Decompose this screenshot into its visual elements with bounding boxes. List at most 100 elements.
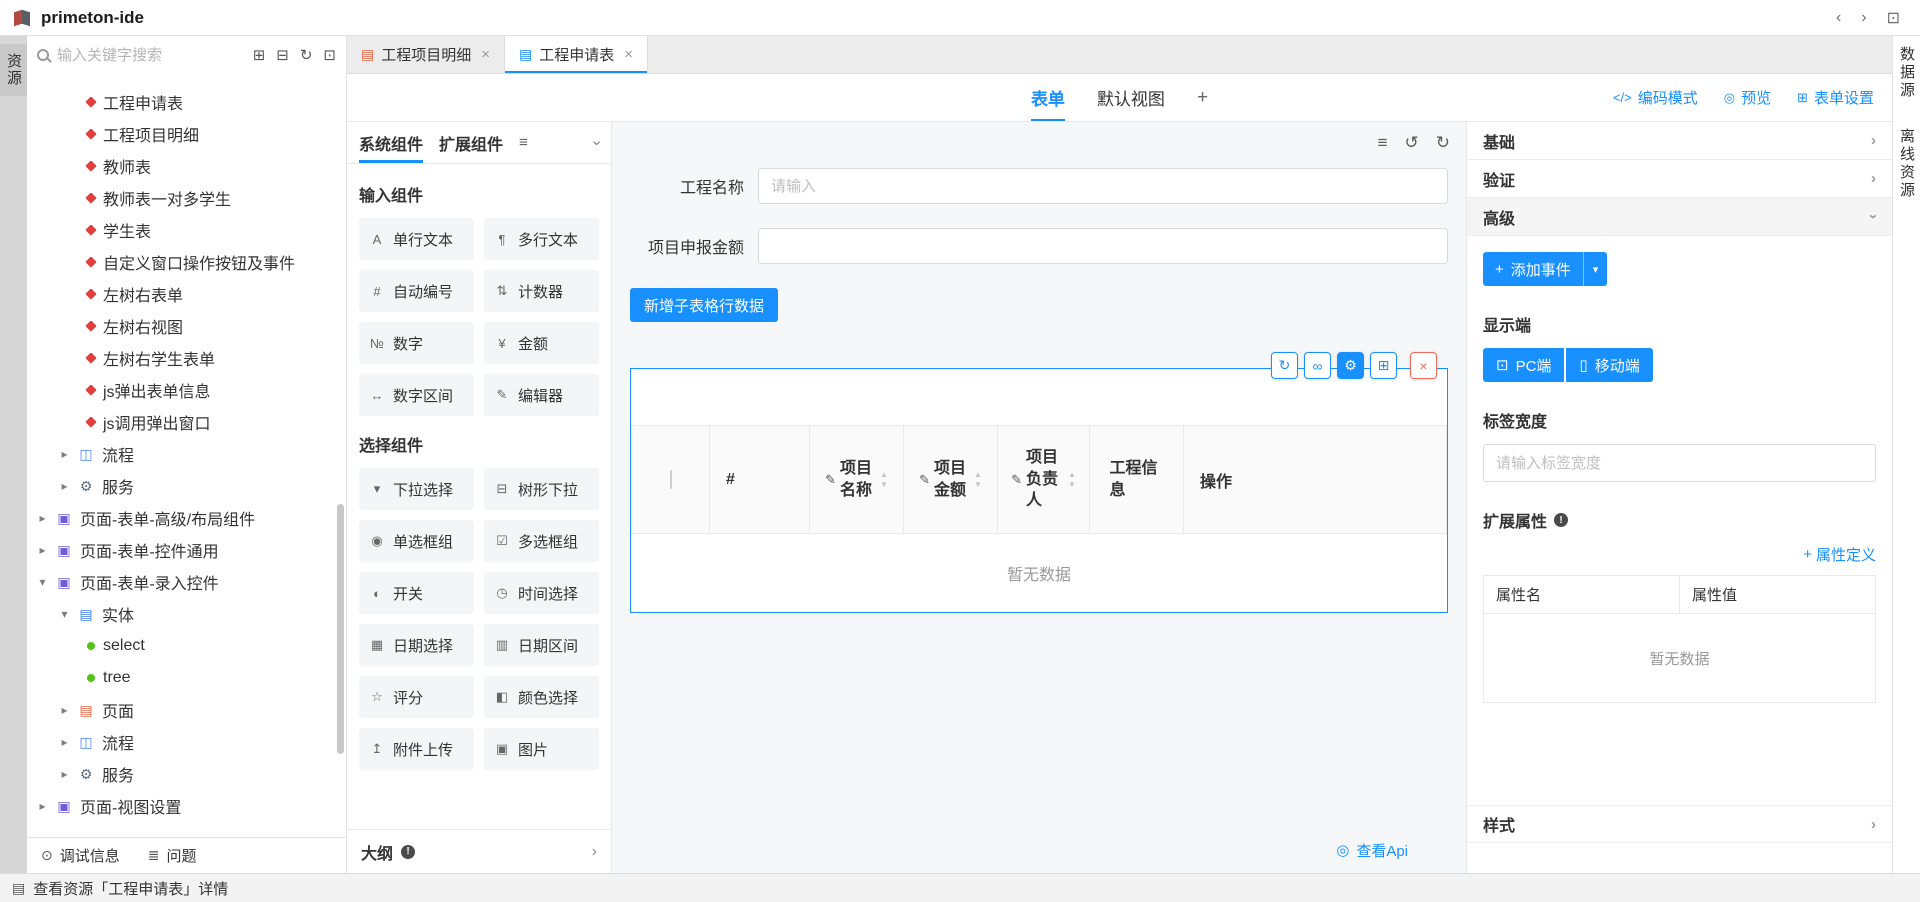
component-item[interactable]: A单行文本 <box>359 218 474 260</box>
add-view-button[interactable]: + <box>1197 87 1208 109</box>
debug-info-button[interactable]: ⊙调试信息 <box>41 845 120 866</box>
pc-target-button[interactable]: ⊡PC端 <box>1483 348 1564 382</box>
form-settings-button[interactable]: ⊞表单设置 <box>1797 87 1874 108</box>
tab-extended-components[interactable]: 扩展组件 <box>439 122 503 163</box>
sort-down-icon[interactable]: ▼ <box>974 481 982 489</box>
component-item[interactable]: ↥附件上传 <box>359 728 474 770</box>
component-item[interactable]: №数字 <box>359 322 474 364</box>
collapse-panel-icon[interactable]: › <box>587 140 605 145</box>
component-item[interactable]: ⇅计数器 <box>484 270 599 312</box>
chevron-right-icon[interactable]: ▸ <box>59 767 70 781</box>
component-item[interactable]: ◷时间选择 <box>484 572 599 614</box>
chevron-right-icon[interactable]: ▸ <box>37 511 48 525</box>
preview-button[interactable]: ◎预览 <box>1724 87 1771 108</box>
chevron-right-icon[interactable]: ▸ <box>37 799 48 813</box>
tree-item[interactable]: 左树右视图 <box>27 310 346 342</box>
datasource-vertical-tab[interactable]: 数据源 <box>1896 46 1917 100</box>
component-item[interactable]: ☆评分 <box>359 676 474 718</box>
subtable-widget-selected[interactable]: ↻ ∞ ⚙ ⊞ × <box>630 368 1448 613</box>
sync-icon[interactable]: ↻ <box>1271 352 1298 379</box>
copy-icon[interactable]: ⊞ <box>1370 352 1397 379</box>
tree-item[interactable]: ▸⚙服务 <box>27 758 346 790</box>
search-input[interactable] <box>57 47 245 64</box>
folder-icon[interactable]: ⊟ <box>276 46 289 64</box>
sort-icons[interactable]: ▲▼ <box>880 471 888 489</box>
delete-icon[interactable]: × <box>1410 352 1437 379</box>
duplicate-icon[interactable]: ⊡ <box>323 46 336 64</box>
sort-icons[interactable]: ▲▼ <box>974 471 982 489</box>
tree-item[interactable]: ▾▤实体 <box>27 598 346 630</box>
tab-default-view[interactable]: 默认视图 <box>1097 74 1165 121</box>
field-project-name[interactable]: 工程名称 <box>630 168 1448 204</box>
tree-item[interactable]: tree <box>27 662 346 694</box>
resources-vertical-tab[interactable]: 资源 <box>0 44 27 96</box>
sort-down-icon[interactable]: ▼ <box>1068 481 1076 489</box>
column-project-name[interactable]: ✎项目名称▲▼ <box>810 426 904 534</box>
component-item[interactable]: ▾下拉选择 <box>359 468 474 510</box>
component-item[interactable]: ¥金额 <box>484 322 599 364</box>
component-item[interactable]: ◉单选框组 <box>359 520 474 562</box>
tree-item[interactable]: ▸▣页面-表单-控件通用 <box>27 534 346 566</box>
tree-item[interactable]: 学生表 <box>27 214 346 246</box>
component-item[interactable]: ▥日期区间 <box>484 624 599 666</box>
forward-icon[interactable]: › <box>1861 9 1866 27</box>
tree-item[interactable]: js调用弹出窗口 <box>27 406 346 438</box>
component-item[interactable]: ↔数字区间 <box>359 374 474 416</box>
project-name-input[interactable] <box>758 168 1448 204</box>
accordion-validation[interactable]: 验证 › <box>1467 160 1892 198</box>
field-declared-amount[interactable]: 项目申报金额 <box>630 228 1448 264</box>
add-event-button[interactable]: +添加事件 ▾ <box>1483 252 1607 286</box>
mobile-target-button[interactable]: ▯移动端 <box>1566 348 1652 382</box>
chevron-right-icon[interactable]: ▸ <box>59 479 70 493</box>
chevron-down-icon[interactable]: ▾ <box>37 575 48 589</box>
menu-icon[interactable]: ≡ <box>519 134 528 151</box>
save-icon[interactable]: ⊡ <box>1887 8 1900 28</box>
sort-up-icon[interactable]: ▲ <box>1068 471 1076 479</box>
problems-button[interactable]: ≣问题 <box>148 845 197 866</box>
sort-up-icon[interactable]: ▲ <box>880 471 888 479</box>
offline-resources-vertical-tab[interactable]: 离线资源 <box>1896 128 1917 200</box>
sort-icons[interactable]: ▲▼ <box>1068 471 1076 489</box>
doc-tab-project-request[interactable]: ▤ 工程申请表 × <box>505 36 648 73</box>
chevron-right-icon[interactable]: › <box>592 843 597 861</box>
component-item[interactable]: ▣图片 <box>484 728 599 770</box>
tree-item[interactable]: ▸◫流程 <box>27 438 346 470</box>
declared-amount-input[interactable] <box>758 228 1448 264</box>
undo-icon[interactable]: ↺ <box>1405 133 1419 153</box>
docs-icon[interactable]: ⊞ <box>253 46 266 64</box>
redo-icon[interactable]: ↻ <box>1436 133 1450 153</box>
tree-item[interactable]: 工程项目明细 <box>27 118 346 150</box>
property-define-link[interactable]: +属性定义 <box>1803 544 1876 565</box>
accordion-basic[interactable]: 基础 › <box>1467 122 1892 160</box>
tree-item[interactable]: ▸⚙服务 <box>27 470 346 502</box>
link-icon[interactable]: ∞ <box>1304 352 1331 379</box>
component-item[interactable]: ◐开关 <box>359 572 474 614</box>
tree-item[interactable]: 左树右表单 <box>27 278 346 310</box>
outline-icon[interactable]: ≡ <box>1378 133 1388 153</box>
tree-item[interactable]: 自定义窗口操作按钮及事件 <box>27 246 346 278</box>
tree-item[interactable]: ▸▤页面 <box>27 694 346 726</box>
tab-form[interactable]: 表单 <box>1031 74 1065 121</box>
component-item[interactable]: #自动编号 <box>359 270 474 312</box>
tree-item[interactable]: ▸◫流程 <box>27 726 346 758</box>
add-subtable-row-button[interactable]: 新增子表格行数据 <box>630 288 778 322</box>
label-width-input[interactable] <box>1483 444 1876 482</box>
tree-item[interactable]: ▸▣页面-表单-高级/布局组件 <box>27 502 346 534</box>
outline-bar[interactable]: 大纲 ! › <box>347 829 611 873</box>
close-icon[interactable]: × <box>624 46 633 63</box>
settings-gear-icon[interactable]: ⚙ <box>1337 352 1364 379</box>
tree-item[interactable]: 工程申请表 <box>27 86 346 118</box>
tree-item[interactable]: select <box>27 630 346 662</box>
tree-item[interactable]: 左树右学生表单 <box>27 342 346 374</box>
doc-tab-project-detail[interactable]: ▤ 工程项目明细 × <box>347 36 505 73</box>
component-item[interactable]: ☑多选框组 <box>484 520 599 562</box>
chevron-right-icon[interactable]: ▸ <box>37 543 48 557</box>
tree-item[interactable]: ▾▣页面-表单-录入控件 <box>27 566 346 598</box>
column-project-amount[interactable]: ✎项目金额▲▼ <box>904 426 998 534</box>
view-api-link[interactable]: 查看Api <box>1356 840 1408 861</box>
chevron-right-icon[interactable]: ▸ <box>59 735 70 749</box>
chevron-down-icon[interactable]: ▾ <box>59 607 70 621</box>
tree-item[interactable]: js弹出表单信息 <box>27 374 346 406</box>
component-item[interactable]: ✎编辑器 <box>484 374 599 416</box>
caret-down-icon[interactable]: ▾ <box>1584 252 1608 286</box>
